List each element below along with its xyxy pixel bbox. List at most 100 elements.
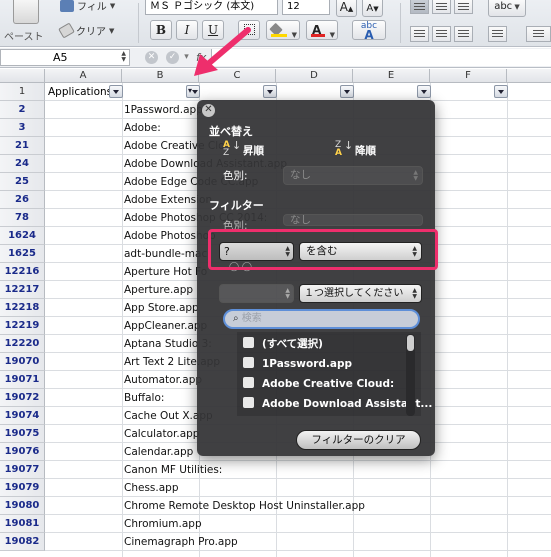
row-header[interactable]: 1	[0, 83, 45, 101]
font-name-select[interactable]: ＭＳ Ｐゴシック (本文)	[145, 0, 278, 15]
align-center-button[interactable]	[432, 26, 451, 42]
cell-b[interactable]: Chromium.app	[124, 515, 202, 533]
row-header[interactable]: 19079	[0, 479, 45, 497]
list-scrollbar[interactable]	[406, 334, 415, 416]
fill-button[interactable]: フィル ▼	[60, 0, 115, 13]
cell-b[interactable]: Canon MF Utilities:	[124, 461, 222, 479]
row-header[interactable]: 19072	[0, 389, 45, 407]
cell-b[interactable]: Aperture.app	[124, 281, 193, 299]
sort-descending-button[interactable]: 降順	[355, 143, 376, 158]
row-header[interactable]: 12218	[0, 299, 45, 317]
align-top-button[interactable]	[410, 0, 429, 14]
filter-dropdown-a[interactable]	[109, 85, 123, 98]
row-header[interactable]: 1624	[0, 227, 45, 245]
cell-b[interactable]: Buffalo:	[124, 389, 164, 407]
criteria2-value-field[interactable]: ▲ ▼	[219, 284, 294, 303]
cell-b[interactable]: Cinemagraph Pro.app	[124, 533, 238, 551]
confirm-icon[interactable]: ✓	[166, 51, 179, 64]
scrollbar-thumb[interactable]	[407, 335, 414, 351]
filter-dropdown-e[interactable]	[417, 85, 431, 98]
cell-b[interactable]: AppCleaner.app	[124, 317, 207, 335]
row-header[interactable]: 26	[0, 191, 45, 209]
filter-dropdown-d[interactable]	[340, 85, 354, 98]
cell-b[interactable]: Automator.app	[124, 371, 202, 389]
wrap-text-button[interactable]: abc ▼	[488, 0, 526, 17]
clear-button[interactable]: クリア ▼	[58, 22, 114, 39]
column-header-g[interactable]	[507, 69, 551, 83]
column-header-f[interactable]: F	[430, 69, 507, 83]
cell-b[interactable]: adt-bundle-mac	[124, 245, 207, 263]
select-all-corner[interactable]	[0, 69, 45, 83]
cell-b[interactable]: Calculator.app	[124, 425, 199, 443]
row-header[interactable]: 12220	[0, 335, 45, 353]
sort-color-select[interactable]: なし ▲ ▼	[283, 166, 423, 185]
row-header[interactable]: 19080	[0, 497, 45, 515]
filter-dropdown-f[interactable]	[494, 85, 508, 98]
row-header[interactable]: 19070	[0, 353, 45, 371]
row-header[interactable]: 3	[0, 119, 45, 137]
list-item[interactable]: 1Password.app	[243, 356, 352, 372]
merge-button[interactable]	[526, 26, 551, 42]
row-header[interactable]: 19077	[0, 461, 45, 479]
cell-b[interactable]: App Store.app	[124, 299, 199, 317]
row-header[interactable]: 12217	[0, 281, 45, 299]
align-middle-button[interactable]	[432, 0, 451, 14]
row-header[interactable]: 21	[0, 137, 45, 155]
column-header-a[interactable]: A	[45, 69, 122, 83]
column-header-e[interactable]: E	[353, 69, 430, 83]
filter-dropdown-c[interactable]	[263, 85, 277, 98]
cell-b[interactable]: Calendar.app	[124, 443, 193, 461]
cell-b[interactable]: Chrome Remote Desktop Host Uninstaller.a…	[124, 497, 365, 515]
chevron-down-icon: ▼	[291, 31, 297, 39]
formula-input[interactable]	[211, 49, 551, 66]
cell-b[interactable]: 1Password.app	[124, 101, 203, 119]
row-header[interactable]: 78	[0, 209, 45, 227]
search-input[interactable]: ⌕ 検索	[223, 309, 420, 329]
clear-filter-button[interactable]: フィルターのクリア	[296, 430, 421, 450]
checkbox[interactable]	[243, 397, 254, 408]
row-header[interactable]: 12219	[0, 317, 45, 335]
align-bottom-button[interactable]	[454, 0, 473, 14]
row-header[interactable]: 2	[0, 101, 45, 119]
cell-b[interactable]: Aperture Hot Fo	[124, 263, 207, 281]
align-justify-button[interactable]	[488, 26, 507, 42]
checkbox[interactable]	[243, 337, 254, 348]
row-header[interactable]: 1625	[0, 245, 45, 263]
row-header[interactable]: 12216	[0, 263, 45, 281]
cell-b[interactable]: Chess.app	[124, 479, 179, 497]
row-header[interactable]: 19076	[0, 443, 45, 461]
filter-dropdown-b[interactable]: ▾	[186, 85, 200, 98]
stepper-icon: ▲ ▼	[121, 50, 126, 63]
cancel-icon[interactable]: ✕	[145, 51, 158, 64]
row-header[interactable]: 25	[0, 173, 45, 191]
annotation-highlight-box	[208, 229, 438, 270]
bold-button[interactable]: B	[150, 20, 172, 40]
row-header[interactable]: 19075	[0, 425, 45, 443]
paste-button[interactable]: ペースト	[4, 0, 52, 45]
list-item[interactable]: Adobe Creative Cloud:	[243, 376, 394, 392]
fill-color-button[interactable]: ▼	[266, 20, 300, 40]
list-item[interactable]: (すべて選択)	[243, 336, 323, 352]
checkbox[interactable]	[243, 357, 254, 368]
row-header[interactable]: 19081	[0, 515, 45, 533]
sort-ascending-button[interactable]: 昇順	[243, 143, 264, 158]
increase-font-button[interactable]: A▲	[336, 0, 357, 17]
text-style-button[interactable]: abc A	[352, 20, 386, 41]
align-right-button[interactable]	[454, 26, 473, 42]
align-left-button[interactable]	[410, 26, 429, 42]
row-header[interactable]: 24	[0, 155, 45, 173]
column-header-d[interactable]: D	[276, 69, 353, 83]
cell-b[interactable]: Adobe:	[124, 119, 161, 137]
criteria2-operator-select[interactable]: １つ選択してください ▲ ▼	[299, 284, 422, 303]
close-icon[interactable]: ✕	[202, 104, 215, 117]
row-header[interactable]: 19071	[0, 371, 45, 389]
row-header[interactable]: 19082	[0, 533, 45, 551]
row-header[interactable]: 19074	[0, 407, 45, 425]
name-box[interactable]: A5 ▲ ▼	[0, 49, 130, 66]
filter-color-select[interactable]: なし	[283, 214, 423, 226]
list-item[interactable]: Adobe Download Assistant...	[243, 396, 432, 412]
checkbox[interactable]	[243, 377, 254, 388]
font-size-select[interactable]: 12	[282, 0, 330, 15]
decrease-font-button[interactable]: A▼	[362, 0, 383, 17]
font-color-button[interactable]: A ▼	[306, 20, 338, 40]
